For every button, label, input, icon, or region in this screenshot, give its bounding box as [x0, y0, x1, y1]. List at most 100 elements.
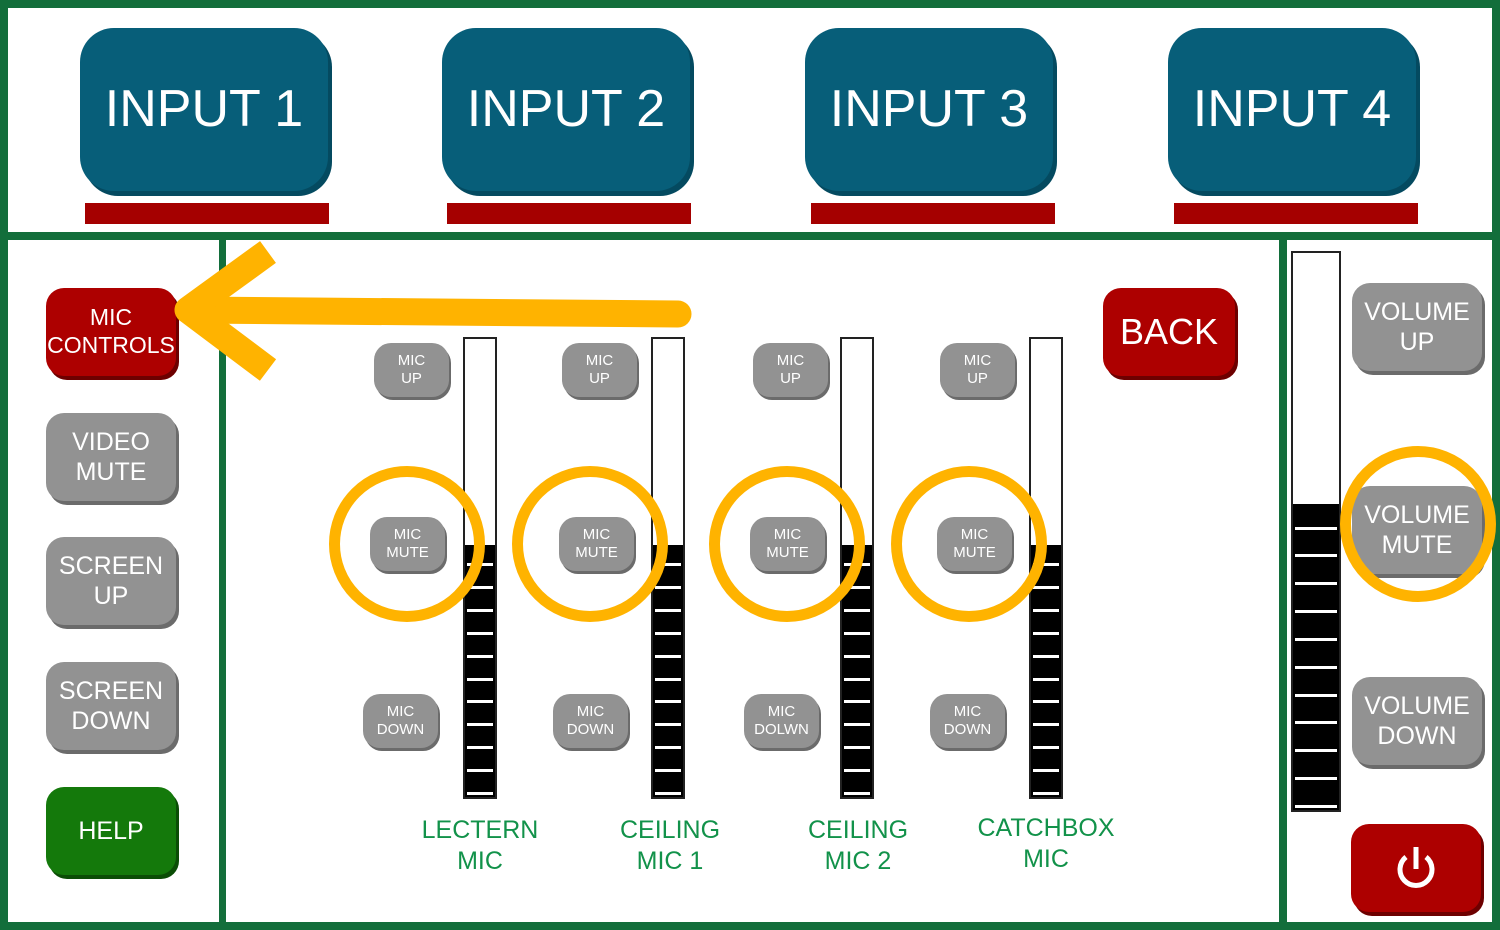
meter-segment: [1033, 746, 1059, 750]
meter-segment: [844, 792, 870, 795]
input-3-button[interactable]: INPUT 3: [805, 28, 1053, 191]
meter-segment: [1295, 721, 1337, 725]
mic-channel-label: CEILING MIC 2: [807, 816, 909, 876]
meter-segment: [1295, 749, 1337, 753]
mic-mute-button[interactable]: MIC MUTE: [750, 517, 825, 571]
meter-segment: [1295, 582, 1337, 586]
meter-segment: [1033, 769, 1059, 773]
meter-segment: [655, 563, 681, 566]
meter-segment: [1033, 631, 1059, 635]
mic-channel-label: CATCHBOX MIC: [977, 814, 1115, 874]
meter-segment: [844, 723, 870, 727]
meter-segment: [655, 585, 681, 589]
meter-segment: [467, 563, 493, 566]
power-button[interactable]: [1351, 824, 1481, 912]
meter-segment: [1295, 610, 1337, 614]
meter-segment: [844, 746, 870, 750]
meter-segment: [1295, 805, 1337, 808]
meter-segment: [844, 654, 870, 658]
meter-segment: [467, 746, 493, 750]
input-4-button[interactable]: INPUT 4: [1168, 28, 1416, 191]
meter-segment: [467, 585, 493, 589]
mic-down-button[interactable]: MIC DOWN: [930, 694, 1005, 748]
screen-up-button[interactable]: SCREEN UP: [46, 537, 176, 625]
meter-segment: [844, 677, 870, 681]
screen-down-button[interactable]: SCREEN DOWN: [46, 662, 176, 750]
power-icon: [1397, 847, 1435, 888]
input-2-indicator: [447, 203, 691, 224]
help-button[interactable]: HELP: [46, 787, 176, 875]
mic-up-button[interactable]: MIC UP: [753, 343, 828, 397]
meter-fill: [1293, 503, 1339, 810]
meter-segment: [1033, 723, 1059, 727]
meter-segment: [1033, 585, 1059, 589]
meter-fill: [1031, 545, 1061, 797]
volume-up-button[interactable]: VOLUME UP: [1352, 283, 1482, 371]
meter-segment: [1295, 777, 1337, 781]
meter-segment: [1295, 665, 1337, 669]
mic-level-meter: [1029, 337, 1063, 799]
mic-level-meter: [840, 337, 874, 799]
input-3-indicator: [811, 203, 1055, 224]
mic-level-meter: [463, 337, 497, 799]
volume-level-meter: [1291, 251, 1341, 812]
mic-mute-button[interactable]: MIC MUTE: [370, 517, 445, 571]
meter-segment: [844, 563, 870, 566]
meter-segment: [655, 723, 681, 727]
mic-mute-button[interactable]: MIC MUTE: [559, 517, 634, 571]
input-1-button[interactable]: INPUT 1: [80, 28, 328, 191]
meter-segment: [467, 631, 493, 635]
meter-segment: [655, 631, 681, 635]
mic-controls-button[interactable]: MIC CONTROLS: [46, 288, 176, 376]
meter-segment: [1033, 654, 1059, 658]
mic-up-button[interactable]: MIC UP: [374, 343, 449, 397]
meter-fill: [842, 545, 872, 797]
mic-up-button[interactable]: MIC UP: [562, 343, 637, 397]
meter-segment: [1295, 554, 1337, 558]
meter-segment: [467, 792, 493, 795]
meter-segment: [844, 585, 870, 589]
meter-segment: [844, 700, 870, 704]
meter-segment: [655, 677, 681, 681]
meter-segment: [1033, 700, 1059, 704]
mic-channel-label: CEILING MIC 1: [619, 816, 721, 876]
meter-segment: [655, 654, 681, 658]
mic-up-button[interactable]: MIC UP: [940, 343, 1015, 397]
meter-segment: [655, 792, 681, 795]
input-2-button[interactable]: INPUT 2: [442, 28, 690, 191]
mic-down-button[interactable]: MIC DOLWN: [744, 694, 819, 748]
meter-segment: [655, 746, 681, 750]
meter-segment: [1295, 526, 1337, 530]
meter-segment: [844, 769, 870, 773]
meter-segment: [467, 769, 493, 773]
meter-segment: [844, 631, 870, 635]
meter-segment: [1295, 637, 1337, 641]
volume-mute-button[interactable]: VOLUME MUTE: [1352, 486, 1482, 574]
meter-fill: [465, 545, 495, 797]
mic-level-meter: [651, 337, 685, 799]
meter-segment: [655, 769, 681, 773]
meter-segment: [467, 677, 493, 681]
back-button[interactable]: BACK: [1103, 288, 1235, 376]
meter-segment: [467, 723, 493, 727]
meter-segment: [467, 654, 493, 658]
mic-mute-button[interactable]: MIC MUTE: [937, 517, 1012, 571]
meter-segment: [844, 608, 870, 612]
input-4-indicator: [1174, 203, 1418, 224]
meter-segment: [467, 700, 493, 704]
mic-channel-label: LECTERN MIC: [421, 816, 539, 876]
meter-segment: [655, 700, 681, 704]
meter-segment: [1033, 563, 1059, 566]
video-mute-button[interactable]: VIDEO MUTE: [46, 413, 176, 501]
meter-segment: [655, 608, 681, 612]
volume-down-button[interactable]: VOLUME DOWN: [1352, 677, 1482, 765]
mic-down-button[interactable]: MIC DOWN: [363, 694, 438, 748]
mic-down-button[interactable]: MIC DOWN: [553, 694, 628, 748]
meter-segment: [1033, 792, 1059, 795]
meter-segment: [467, 608, 493, 612]
meter-segment: [1033, 677, 1059, 681]
meter-segment: [1033, 608, 1059, 612]
input-1-indicator: [85, 203, 329, 224]
meter-fill: [653, 545, 683, 797]
meter-segment: [1295, 693, 1337, 697]
